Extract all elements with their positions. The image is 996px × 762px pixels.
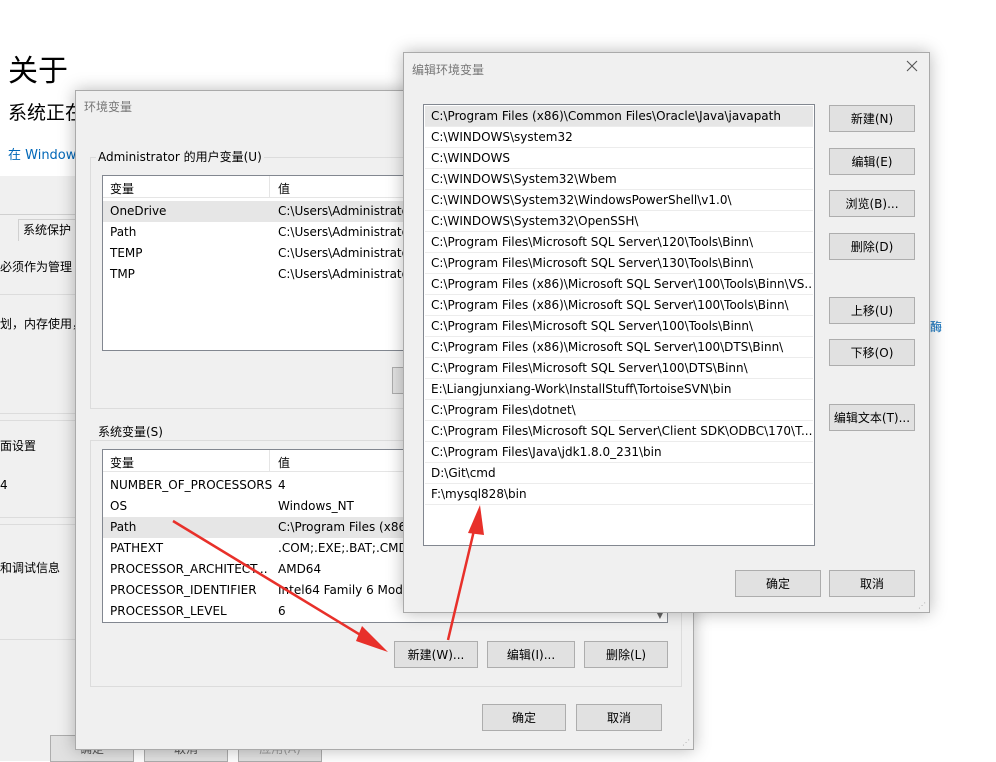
arrow-shaft [172,519,373,644]
arrow-head [356,626,388,652]
arrow-shaft [446,521,478,641]
arrow-head [468,505,484,535]
annotation-arrows [172,505,484,652]
arrow-to-mysql-entry [446,505,484,641]
arrow-to-path-var [172,519,388,652]
